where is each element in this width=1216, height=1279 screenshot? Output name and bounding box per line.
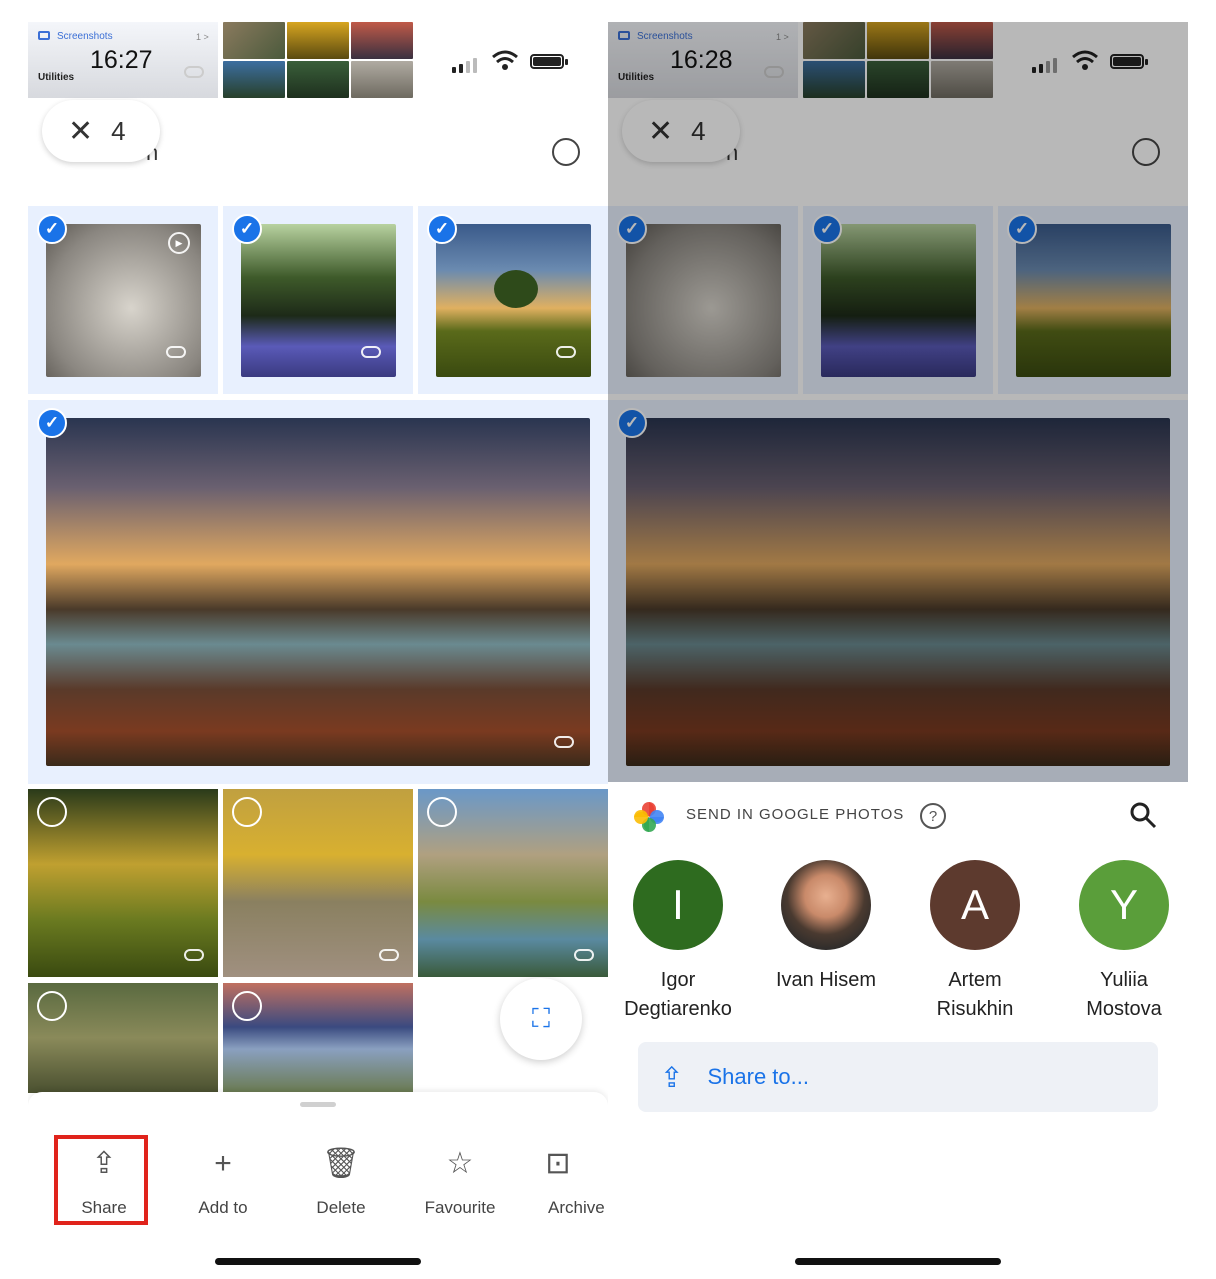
cloud-icon xyxy=(184,949,204,961)
select-circle[interactable] xyxy=(427,797,457,827)
video-play-icon: ▶ xyxy=(168,232,190,254)
select-circle[interactable] xyxy=(37,991,67,1021)
cloud-icon xyxy=(166,346,186,358)
selected-check-icon[interactable]: ✓ xyxy=(232,214,262,244)
battery-tip xyxy=(565,59,568,65)
help-icon[interactable]: ? xyxy=(920,803,946,829)
photo-tile[interactable]: ✓ xyxy=(223,206,413,394)
widget-subtitle: Utilities xyxy=(38,72,75,83)
trash-icon: 🗑 xyxy=(321,1147,361,1180)
selected-check-icon[interactable]: ✓ xyxy=(37,214,67,244)
contact-name: Yuliia Mostova xyxy=(1054,966,1188,1024)
contact-artem[interactable]: A Artem Risukhin xyxy=(905,860,1045,1024)
plus-icon: + xyxy=(214,1147,232,1180)
share-icon: ⇪ xyxy=(660,1061,684,1093)
select-circle[interactable] xyxy=(232,991,262,1021)
dim-overlay[interactable] xyxy=(608,22,1188,782)
fullscreen-button[interactable]: ⛶ xyxy=(500,978,582,1060)
photo-tile[interactable] xyxy=(28,983,218,1093)
photo-tile[interactable]: ▶ ✓ xyxy=(28,206,218,394)
contact-name: Ivan Hisem xyxy=(756,966,896,995)
share-sheet-title: SEND IN GOOGLE PHOTOS xyxy=(686,806,905,823)
select-all-checkbox[interactable] xyxy=(552,138,580,166)
archive-action[interactable]: ⊡ Archive xyxy=(528,1144,608,1218)
select-circle[interactable] xyxy=(232,797,262,827)
contact-name-line1: Ivan Hisem xyxy=(775,969,877,991)
star-icon: ☆ xyxy=(446,1147,474,1180)
cloud-icon xyxy=(574,949,594,961)
widget-time: 16:27 xyxy=(90,46,153,74)
delete-action-label: Delete xyxy=(316,1198,366,1217)
cloud-icon xyxy=(556,346,576,358)
share-sheet: SEND IN GOOGLE PHOTOS ? I Igor Degtiaren… xyxy=(608,782,1188,1279)
share-to-label: Share to... xyxy=(707,1064,809,1089)
sheet-grip[interactable] xyxy=(300,1102,336,1107)
cloud-icon xyxy=(361,346,381,358)
selection-close-pill[interactable]: ✕ 4 xyxy=(42,100,160,162)
cloud-icon xyxy=(184,66,204,78)
contact-name-line1: Artem xyxy=(948,969,1002,991)
avatar: A xyxy=(930,860,1020,950)
expand-icon: ⛶ xyxy=(531,1003,551,1033)
widget-thumbnails xyxy=(223,22,413,98)
cloud-icon xyxy=(554,736,574,748)
share-highlight-box xyxy=(54,1135,148,1225)
tree-shape xyxy=(494,270,538,308)
home-indicator[interactable] xyxy=(215,1258,421,1265)
search-icon[interactable] xyxy=(1128,800,1158,830)
archive-icon: ⊡ xyxy=(545,1147,571,1180)
add-to-action-label: Add to xyxy=(198,1198,248,1217)
contact-name: Igor Degtiarenko xyxy=(608,966,748,1024)
selected-check-icon[interactable]: ✓ xyxy=(427,214,457,244)
photo-tile[interactable] xyxy=(223,983,413,1093)
archive-action-label: Archive xyxy=(548,1198,605,1217)
selected-check-icon[interactable]: ✓ xyxy=(37,408,67,438)
contact-ivan[interactable]: Ivan Hisem xyxy=(756,860,896,995)
share-to-button[interactable]: ⇪ Share to... xyxy=(638,1042,1158,1112)
photo-tile[interactable]: ✓ xyxy=(418,206,608,394)
contact-name-line2: Mostova xyxy=(1086,998,1162,1020)
add-to-action[interactable]: + Add to xyxy=(173,1144,273,1218)
cellular-signal-icon xyxy=(452,58,477,73)
wifi-icon xyxy=(492,50,518,70)
google-photos-logo xyxy=(634,802,664,832)
delete-action[interactable]: 🗑 Delete xyxy=(291,1144,391,1218)
contact-name-line1: Yuliia xyxy=(1100,969,1148,991)
battery-icon xyxy=(530,54,564,69)
cloud-icon xyxy=(379,949,399,961)
close-icon[interactable]: ✕ xyxy=(68,114,93,149)
photo-tile[interactable] xyxy=(28,789,218,977)
avatar: Y xyxy=(1079,860,1169,950)
selected-count: 4 xyxy=(111,115,126,146)
widget-app-label: Screenshots xyxy=(57,31,113,42)
home-indicator[interactable] xyxy=(795,1258,1001,1265)
contact-yuliia[interactable]: Y Yuliia Mostova xyxy=(1054,860,1188,1024)
avatar-photo xyxy=(781,860,871,950)
select-circle[interactable] xyxy=(37,797,67,827)
favourite-action-label: Favourite xyxy=(424,1198,496,1217)
contact-name-line2: Degtiarenko xyxy=(624,998,732,1020)
photo-tile[interactable] xyxy=(418,789,608,977)
widget-page-indicator: 1 > xyxy=(196,32,209,42)
photo-tile[interactable]: ✓ xyxy=(28,400,608,784)
photos-selection-screen: Screenshots 1 > 16:27 Utilities n ✕ 4 ▶ … xyxy=(28,22,608,1279)
photo-tile[interactable] xyxy=(223,789,413,977)
mountain-lake-photo xyxy=(46,418,590,766)
share-sheet-screen: Screenshots 1 > 16:28 Utilities n ✕ 4 ✓ … xyxy=(608,22,1188,1279)
contact-igor[interactable]: I Igor Degtiarenko xyxy=(608,860,748,1024)
contact-name-line1: Igor xyxy=(660,969,696,991)
contact-name-line2: Risukhin xyxy=(936,998,1014,1020)
screenshots-widget[interactable]: Screenshots 1 > 16:27 Utilities xyxy=(28,22,218,98)
favourite-action[interactable]: ☆ Favourite xyxy=(410,1144,510,1218)
contact-name: Artem Risukhin xyxy=(905,966,1045,1024)
status-bar: Screenshots 1 > 16:27 Utilities xyxy=(28,22,608,98)
screenshot-icon xyxy=(38,31,50,40)
avatar: I xyxy=(633,860,723,950)
